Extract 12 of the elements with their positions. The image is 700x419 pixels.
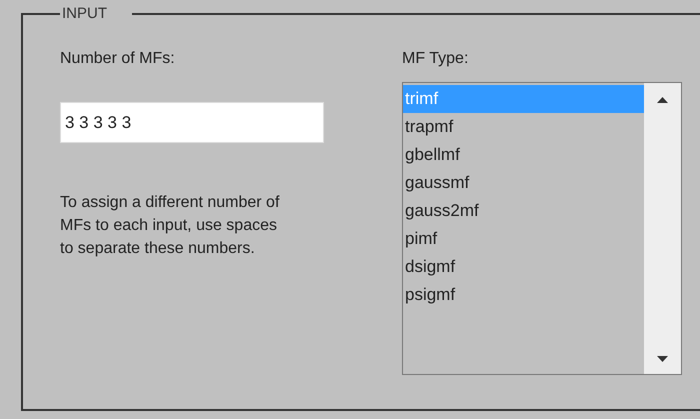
list-item[interactable]: psigmf — [403, 281, 644, 309]
list-item[interactable]: pimf — [403, 225, 644, 253]
list-box[interactable]: trimf trapmf gbellmf gaussmf gauss2mf pimf dsigmf psigmf — [402, 82, 682, 375]
list-item[interactable]: gaussmf — [403, 169, 644, 197]
list-item[interactable]: gauss2mf — [403, 197, 644, 225]
input-field[interactable]: 3 3 3 3 3 — [60, 102, 324, 143]
list-item[interactable]: dsigmf — [403, 253, 644, 281]
field-label: MF Type: — [402, 49, 468, 69]
help-text: To assign a different number of MFs to each input, use spaces to separate these numbers. — [60, 193, 280, 259]
list-item[interactable]: gbellmf — [403, 141, 644, 169]
field-label: Number of MFs: — [60, 49, 175, 69]
list-item[interactable]: trapmf — [403, 113, 644, 141]
